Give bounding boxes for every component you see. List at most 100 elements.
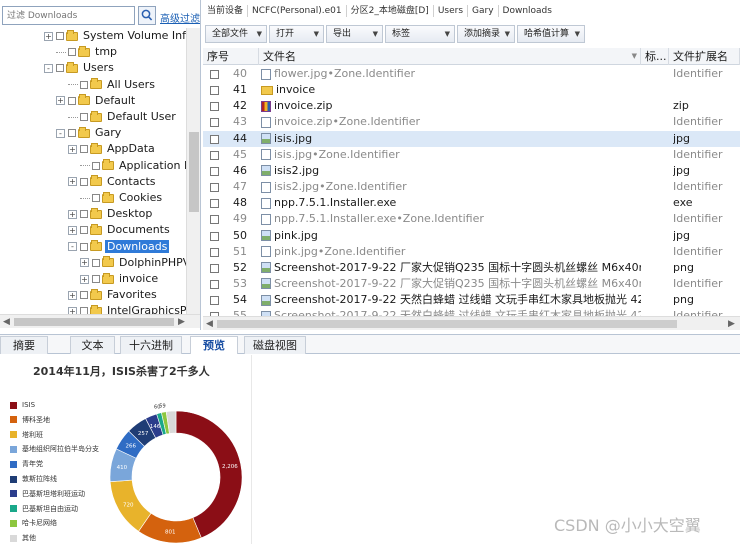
toolbar-dropdown-button[interactable]: 标签 ▼ (385, 25, 455, 43)
file-row[interactable]: 50 pink.jpg jpg (203, 228, 740, 244)
column-header-ext[interactable]: 文件扩展名 (669, 48, 740, 65)
tree-checkbox[interactable] (92, 258, 100, 267)
file-row[interactable]: 46 isis2.jpg jpg (203, 163, 740, 179)
tab-summary[interactable]: 摘要 (0, 336, 48, 354)
toolbar-dropdown-button[interactable]: 导出 ▼ (326, 25, 383, 43)
row-checkbox[interactable] (210, 70, 219, 79)
toolbar-dropdown-button[interactable]: 打开 ▼ (269, 25, 324, 43)
scroll-right-arrow-icon[interactable]: ▶ (178, 315, 185, 329)
tree-item[interactable]: + invoice (80, 271, 160, 287)
tree-item[interactable]: + IntelGraphicsPro (68, 303, 186, 314)
tree-checkbox[interactable] (80, 226, 88, 235)
expand-icon[interactable]: + (56, 96, 65, 106)
column-header-name[interactable]: 文件名 ▼ (259, 48, 641, 65)
row-checkbox[interactable] (210, 247, 219, 257)
breadcrumb-item[interactable]: 当前设备 (203, 2, 247, 20)
file-table-horizontal-scrollbar[interactable]: ◀ ▶ (203, 316, 740, 330)
file-row[interactable]: 42 invoice.zip zip (203, 98, 740, 114)
row-checkbox[interactable] (210, 231, 219, 241)
tree-checkbox[interactable] (68, 96, 76, 105)
breadcrumb-item[interactable]: NCFC(Personal).e01 (248, 2, 346, 20)
breadcrumb-item[interactable]: 分区2_本地磁盘[D] (347, 2, 433, 20)
tree-checkbox[interactable] (56, 64, 64, 73)
row-checkbox[interactable] (210, 118, 219, 128)
column-header-no[interactable]: 序号 (203, 48, 259, 65)
tree-checkbox[interactable] (68, 129, 76, 138)
file-row[interactable]: 40 flower.jpg•Zone.Identifier Identifier (203, 66, 740, 82)
tree-checkbox[interactable] (80, 113, 88, 121)
tree-checkbox[interactable] (80, 242, 88, 251)
filter-input[interactable] (2, 6, 135, 25)
file-row[interactable]: 45 isis.jpg•Zone.Identifier Identifier (203, 147, 740, 163)
expand-icon[interactable]: + (80, 274, 89, 284)
expand-icon[interactable]: + (44, 31, 53, 41)
tree-item[interactable]: + Favorites (68, 287, 159, 303)
tree-vertical-scrollbar[interactable] (186, 28, 200, 314)
row-checkbox[interactable] (210, 150, 219, 160)
tree-item[interactable]: + System Volume Infor (44, 28, 186, 44)
file-row[interactable]: 43 invoice.zip•Zone.Identifier Identifier (203, 114, 740, 130)
scroll-right-arrow-icon[interactable]: ▶ (728, 317, 735, 330)
tree-item[interactable]: + Desktop (68, 206, 154, 222)
tree-checkbox[interactable] (80, 307, 88, 314)
collapse-icon[interactable]: - (68, 242, 77, 252)
tree-checkbox[interactable] (68, 48, 76, 57)
tree-checkbox[interactable] (80, 210, 88, 219)
tree-item[interactable]: Application Data (80, 158, 186, 174)
tab-text[interactable]: 文本 (70, 336, 115, 354)
tree-horizontal-scrollbar[interactable]: ◀ ▶ (0, 314, 200, 328)
file-row[interactable]: 55 Screenshot-2017-9-22 天然白蜂蜡 过线蜡 文玩手串红木家… (203, 308, 740, 316)
tree-item[interactable]: All Users (68, 77, 157, 93)
row-checkbox[interactable] (210, 263, 219, 273)
tree-item[interactable]: - Users (44, 60, 116, 76)
row-checkbox[interactable] (210, 86, 219, 96)
tree-item[interactable]: tmp (56, 44, 119, 60)
tree-item[interactable]: + DolphinPHPV (80, 255, 186, 271)
advanced-filter-link[interactable]: 高级过滤 (160, 10, 200, 25)
toolbar-dropdown-button[interactable]: 全部文件 ▼ (205, 25, 267, 43)
row-checkbox[interactable] (210, 279, 219, 289)
toolbar-dropdown-button[interactable]: 添加摘录 ▼ (457, 25, 515, 43)
file-row[interactable]: 41 invoice (203, 82, 740, 98)
tree-checkbox[interactable] (92, 275, 100, 283)
expand-icon[interactable]: + (68, 290, 77, 300)
tree-checkbox[interactable] (80, 177, 88, 186)
tree-checkbox[interactable] (92, 161, 100, 170)
tab-hex[interactable]: 十六进制 (120, 336, 182, 354)
row-checkbox[interactable] (210, 134, 219, 144)
row-checkbox[interactable] (210, 102, 219, 112)
toolbar-dropdown-button[interactable]: 哈希值计算 ▼ (517, 25, 585, 43)
expand-icon[interactable]: + (68, 209, 77, 219)
tree-checkbox[interactable] (80, 145, 88, 154)
row-checkbox[interactable] (210, 296, 219, 306)
file-row[interactable]: 53 Screenshot-2017-9-22 厂家大促销Q235 国标十字圆头机… (203, 276, 740, 292)
tree-item[interactable]: Default User (68, 109, 178, 125)
file-row[interactable]: 52 Screenshot-2017-9-22 厂家大促销Q235 国标十字圆头机… (203, 260, 740, 276)
file-row[interactable]: 44 isis.jpg jpg (203, 130, 740, 147)
file-row[interactable]: 48 npp.7.5.1.Installer.exe exe (203, 195, 740, 211)
file-row[interactable]: 47 isis2.jpg•Zone.Identifier Identifier (203, 179, 740, 195)
breadcrumb-item[interactable]: Gary (468, 2, 498, 20)
tree-checkbox[interactable] (56, 32, 64, 40)
column-header-tag[interactable]: 标... (641, 48, 669, 65)
breadcrumb-item[interactable]: Downloads (499, 2, 556, 20)
tree-item[interactable]: - Gary (56, 125, 123, 141)
tree-checkbox[interactable] (80, 291, 88, 300)
tab-disk-view[interactable]: 磁盘视图 (244, 336, 306, 354)
tree-item[interactable]: + Documents (68, 222, 172, 238)
file-table-horizontal-scroll-thumb[interactable] (217, 320, 677, 328)
collapse-icon[interactable]: - (44, 63, 53, 73)
row-checkbox[interactable] (210, 183, 219, 193)
row-checkbox[interactable] (210, 199, 219, 209)
file-row[interactable]: 54 Screenshot-2017-9-22 天然白蜂蜡 过线蜡 文玩手串红木家… (203, 292, 740, 308)
tree-item[interactable]: - Downloads (68, 239, 170, 255)
file-row[interactable]: 51 pink.jpg•Zone.Identifier Identifier (203, 244, 740, 260)
tab-preview[interactable]: 预览 (190, 336, 238, 354)
expand-icon[interactable]: + (68, 306, 77, 314)
tree-checkbox[interactable] (80, 80, 88, 89)
row-checkbox[interactable] (210, 215, 219, 225)
breadcrumb-item[interactable]: Users (434, 2, 467, 20)
tree-horizontal-scroll-thumb[interactable] (14, 318, 174, 326)
row-checkbox[interactable] (210, 166, 219, 176)
file-row[interactable]: 49 npp.7.5.1.Installer.exe•Zone.Identifie… (203, 211, 740, 227)
